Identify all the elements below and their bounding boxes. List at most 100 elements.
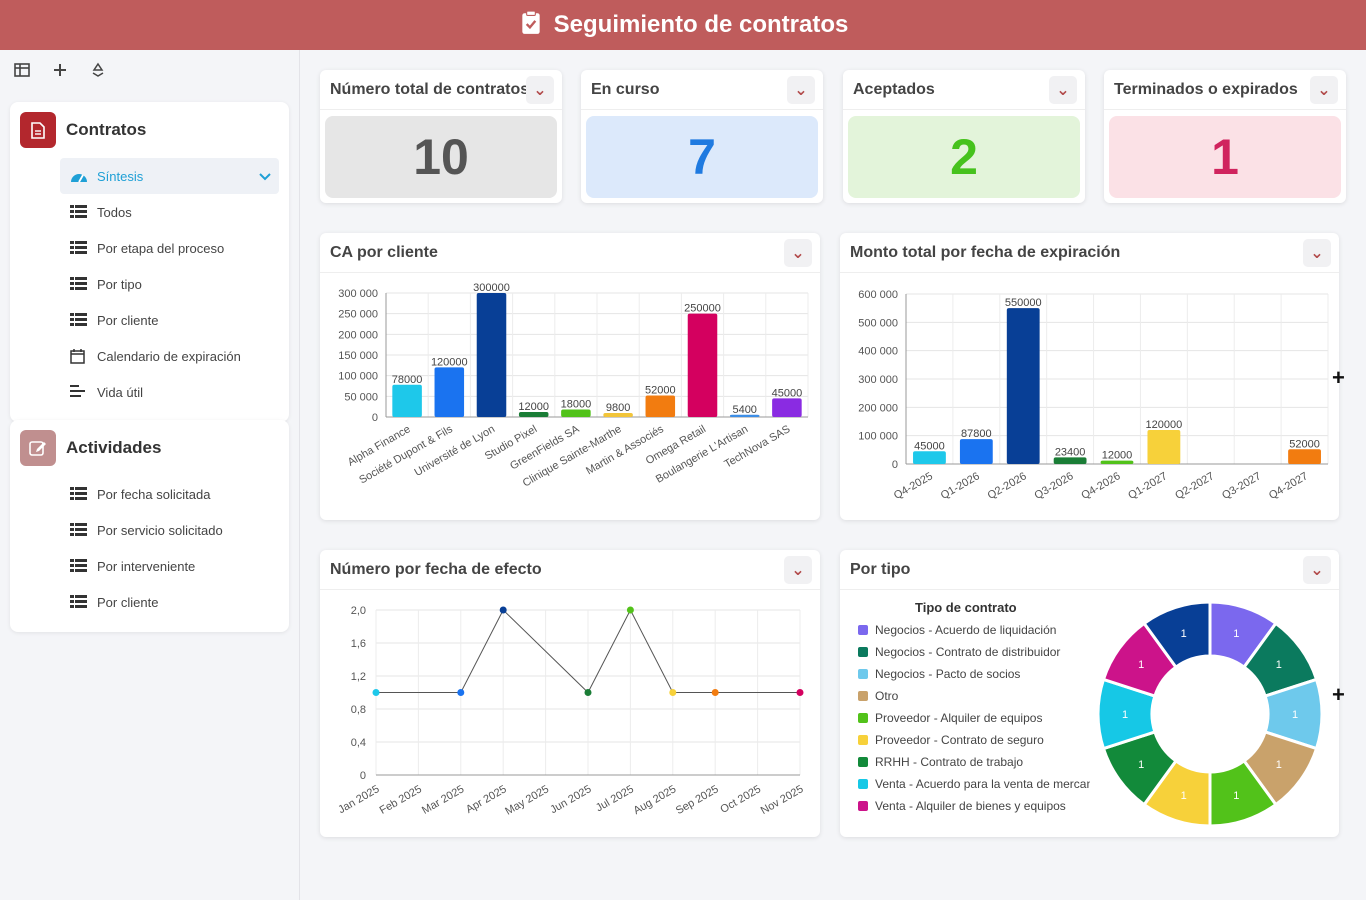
numero-fecha-efecto-card: Número por fecha de efecto ⌄ 0 0,4 0,8 1,2 1,… (320, 550, 820, 837)
y-tick-label: 0,4 (351, 737, 366, 749)
data-point (584, 689, 592, 696)
sidebar-item[interactable]: Síntesis (60, 158, 279, 194)
bar-value-label: 12000 (518, 401, 549, 413)
table-icon (70, 487, 88, 501)
bar (1006, 308, 1040, 464)
add-widget-icon[interactable]: + (1332, 365, 1345, 391)
kpi-card: Número total de contratos ⌄ 10 (320, 70, 562, 203)
por-tipo-chart: Tipo de contrato Negocios - Acuerdo de li… (858, 600, 1324, 828)
chevron-down-icon[interactable]: ⌄ (1303, 555, 1331, 584)
x-tick-label: Jul 2025 (594, 783, 636, 814)
recycle-icon[interactable] (88, 60, 108, 80)
sidebar-item[interactable]: Calendario de expiración (10, 338, 289, 374)
chevron-down-icon[interactable]: ⌄ (1303, 238, 1331, 267)
x-tick-label: Q4-2026 (1079, 470, 1122, 502)
y-tick-label: 0 (372, 412, 378, 424)
y-tick-label: 2,0 (351, 605, 366, 617)
bar (687, 313, 718, 417)
chevron-down-icon[interactable] (259, 169, 271, 184)
y-tick-label: 0 (360, 770, 366, 782)
bar (772, 398, 802, 417)
y-tick-label: 150 000 (338, 350, 378, 362)
chevron-down-icon[interactable]: ⌄ (1049, 75, 1077, 104)
edit-icon (20, 430, 56, 466)
chevron-down-icon[interactable]: ⌄ (1310, 75, 1338, 104)
sidebar-item[interactable]: Por servicio solicitado (10, 512, 289, 548)
nav-group-header[interactable]: Actividades (10, 420, 289, 476)
sidebar-item[interactable]: Por interveniente (10, 548, 289, 584)
legend-swatch (858, 713, 868, 723)
dashboard-icon (70, 169, 88, 183)
legend-entry: RRHH - Contrato de trabajo (875, 755, 1023, 769)
x-tick-label: May 2025 (503, 783, 551, 818)
y-tick-label: 500 000 (858, 317, 898, 329)
sidebar-item[interactable]: Por cliente (10, 302, 289, 338)
chevron-down-icon[interactable]: ⌄ (784, 555, 812, 584)
document-icon (20, 112, 56, 148)
x-tick-label: Jan 2025 (336, 783, 381, 816)
calendar-icon (70, 349, 88, 364)
data-point (457, 689, 465, 696)
bar-value-label: 9800 (606, 402, 630, 414)
sidebar-item-label: Todos (97, 204, 132, 220)
add-widget-icon[interactable]: + (1332, 682, 1345, 708)
gantt-icon (70, 385, 88, 399)
bar-value-label: 45000 (772, 387, 803, 399)
x-tick-label: Aug 2025 (632, 783, 679, 817)
bar (959, 439, 993, 464)
sidebar-item[interactable]: Por fecha solicitada (10, 476, 289, 512)
nav-group-label: Actividades (66, 438, 162, 457)
table-icon (70, 595, 88, 609)
por-tipo-card: Por tipo ⌄ Tipo de contrato Negocios - Acu… (840, 550, 1339, 837)
x-tick-label: Q4-2027 (1267, 470, 1310, 502)
y-tick-label: 300 000 (858, 374, 898, 386)
bar-value-label: 250000 (684, 303, 721, 315)
monto-expiracion-chart: 0 100 000 200 000 300 000 400 000 500 000 600 … (858, 289, 1329, 502)
kpi-value: 1 (1109, 116, 1341, 198)
x-tick-label: Nov 2025 (759, 783, 806, 817)
sidebar-item[interactable]: Por etapa del proceso (10, 230, 289, 266)
chevron-down-icon[interactable]: ⌄ (526, 75, 554, 104)
kpi-title: Número total de contratos (330, 80, 526, 98)
layout-toggle-icon[interactable] (12, 60, 32, 80)
bar-value-label: 18000 (561, 399, 592, 411)
kpi-value: 10 (325, 116, 557, 198)
slice-value-label: 1 (1276, 659, 1282, 671)
add-icon[interactable] (50, 60, 70, 80)
sidebar-item-label: Por tipo (97, 276, 142, 292)
card-title: Monto total por fecha de expiración (850, 243, 1121, 261)
legend-entry: Negocios - Contrato de distribuidor (875, 645, 1060, 659)
chevron-down-icon[interactable]: ⌄ (787, 75, 815, 104)
y-tick-label: 200 000 (858, 402, 898, 414)
bar (1147, 430, 1181, 464)
legend-title: Tipo de contrato (915, 600, 1017, 615)
nav-group-contratos: Contratos Síntesis Todos Por etapa del proc… (10, 102, 289, 422)
legend: Negocios - Acuerdo de liquidación Negocio… (858, 623, 1090, 813)
table-icon (70, 241, 88, 255)
data-point (669, 689, 677, 696)
y-tick-label: 250 000 (338, 309, 378, 321)
bar (561, 409, 591, 417)
app-title: Seguimiento de contratos (553, 11, 849, 38)
bar-value-label: 12000 (1102, 450, 1133, 462)
legend-swatch (858, 691, 868, 701)
legend-entry: Negocios - Pacto de socios (875, 667, 1020, 681)
nav-group-header[interactable]: Contratos (10, 102, 289, 158)
chevron-down-icon[interactable]: ⌄ (784, 238, 812, 267)
sidebar-item[interactable]: Todos (10, 194, 289, 230)
sidebar-item[interactable]: Por tipo (10, 266, 289, 302)
sidebar-item[interactable]: Por cliente (10, 584, 289, 620)
legend-swatch (858, 735, 868, 745)
bar-value-label: 87800 (961, 428, 992, 440)
slice-value-label: 1 (1122, 709, 1128, 721)
bar-value-label: 5400 (732, 404, 756, 416)
table-icon (70, 205, 88, 219)
legend-swatch (858, 625, 868, 635)
slice-value-label: 1 (1233, 628, 1239, 640)
sidebar-item-label: Por fecha solicitada (97, 486, 211, 502)
table-icon (70, 277, 88, 291)
x-tick-label: Feb 2025 (378, 783, 424, 817)
sidebar-item[interactable]: Vida útil (10, 374, 289, 410)
y-tick-label: 100 000 (338, 371, 378, 383)
x-tick-label: Q1-2027 (1126, 470, 1169, 502)
